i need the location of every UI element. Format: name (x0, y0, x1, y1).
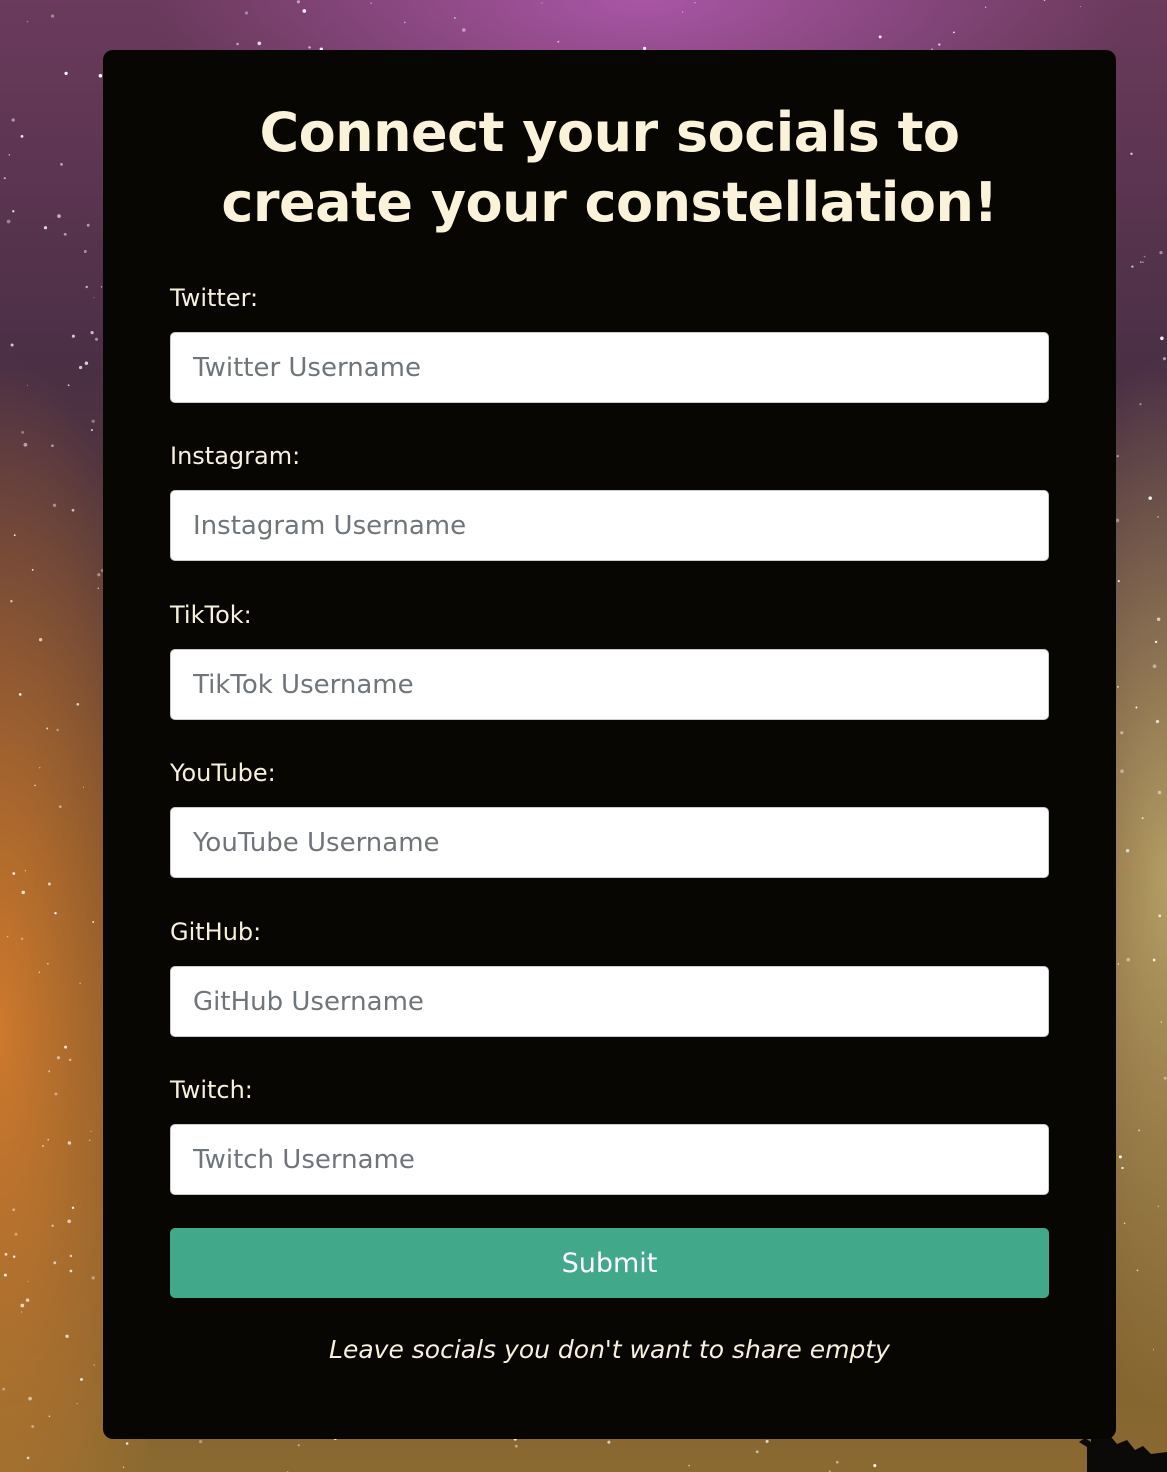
page-title: Connect your socials to create your cons… (221, 101, 998, 234)
github-label: GitHub: (170, 918, 262, 946)
github-field: GitHub: (170, 917, 1049, 1037)
youtube-field: YouTube: (170, 758, 1049, 878)
tiktok-username-input[interactable] (170, 649, 1049, 720)
twitter-username-input[interactable] (170, 332, 1049, 403)
instagram-username-input[interactable] (170, 490, 1049, 561)
twitch-label: Twitch: (170, 1076, 253, 1104)
youtube-username-input[interactable] (170, 807, 1049, 878)
twitch-username-input[interactable] (170, 1124, 1049, 1195)
submit-button[interactable]: Submit (170, 1228, 1049, 1298)
twitch-field: Twitch: (170, 1075, 1049, 1195)
empty-socials-hint: Leave socials you don't want to share em… (329, 1335, 890, 1364)
github-username-input[interactable] (170, 966, 1049, 1037)
tiktok-label: TikTok: (170, 601, 252, 629)
instagram-field: Instagram: (170, 441, 1049, 561)
twitter-label: Twitter: (170, 284, 259, 312)
twitter-field: Twitter: (170, 283, 1049, 403)
tiktok-field: TikTok: (170, 600, 1049, 720)
instagram-label: Instagram: (170, 442, 301, 470)
social-connect-card: Connect your socials to create your cons… (103, 50, 1116, 1439)
youtube-label: YouTube: (170, 759, 276, 787)
